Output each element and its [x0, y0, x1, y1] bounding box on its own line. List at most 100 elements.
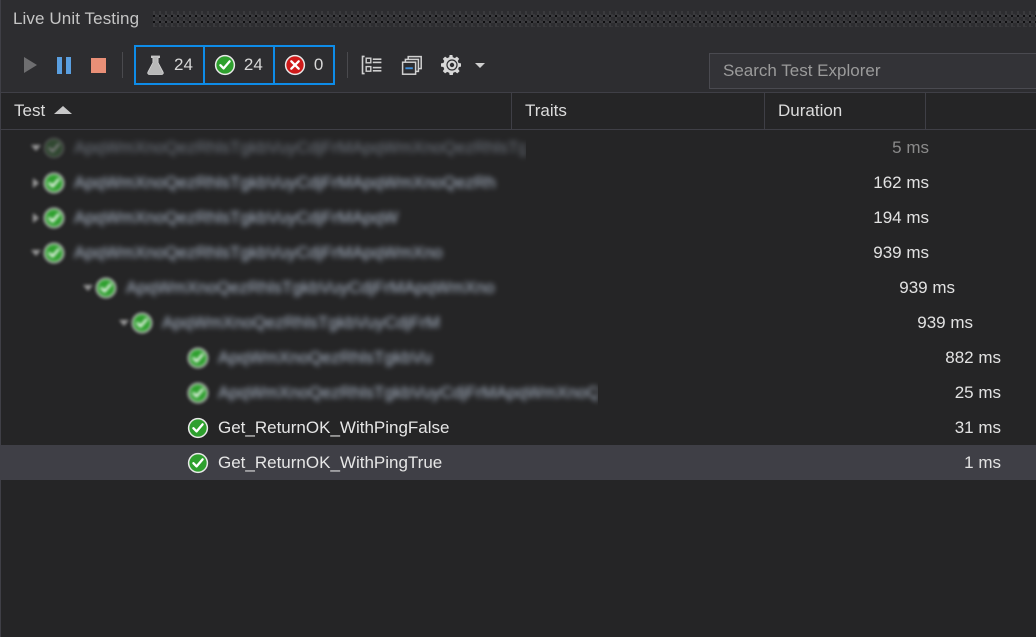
test-name-label: Get_ReturnOK_WithPingTrue [218, 452, 443, 472]
panel-titlebar: Live Unit Testing [1, 0, 1036, 38]
table-row[interactable]: ApqWmXnoQezRhlsTgkbVuyCdjFrMApqWmXnoQezR… [1, 130, 1036, 165]
pass-circle-icon [43, 207, 65, 229]
test-name-cell: ApqWmXnoQezRhlsTgkbVuyCdjFrMApqW [15, 200, 526, 235]
passed-tests-count: 24 [243, 55, 263, 74]
run-tests-button[interactable] [13, 48, 47, 82]
fail-circle-icon [284, 54, 306, 76]
column-header-traits-label: Traits [525, 101, 567, 120]
panel-title: Live Unit Testing [13, 9, 140, 28]
test-name-label: Get_ReturnOK_WithPingFalse [218, 417, 450, 437]
collapse-all-button[interactable] [395, 48, 429, 82]
pass-circle-icon [187, 417, 209, 439]
pass-circle-icon [187, 347, 209, 369]
chevron-down-icon [475, 62, 486, 68]
settings-dropdown-button[interactable] [469, 48, 491, 82]
test-name-label: ApqWmXnoQezRhlsTgkbVuyCdjFrMApqWmXnoQezR… [218, 382, 598, 402]
table-row[interactable]: ApqWmXnoQezRhlsTgkbVuyCdjFrMApqWmXno 939 … [1, 270, 1036, 305]
test-duration-cell: 5 ms [892, 137, 929, 157]
live-unit-testing-panel: Live Unit Testing 24 24 0 Search Test Ex… [0, 0, 1036, 637]
chevron-down-icon[interactable] [29, 141, 43, 155]
test-duration-cell: 162 ms [873, 172, 929, 192]
pass-circle-icon [43, 242, 65, 264]
failed-tests-count: 0 [313, 55, 324, 74]
gear-icon [440, 53, 464, 77]
pass-circle-icon [95, 277, 117, 299]
passed-tests-counter[interactable]: 24 [202, 45, 275, 85]
column-header-test-label: Test [14, 101, 46, 120]
test-name-label: ApqWmXnoQezRhlsTgkbVu [218, 347, 432, 367]
pass-circle-icon [214, 54, 236, 76]
pass-circle-icon [131, 312, 153, 334]
column-header-traits[interactable]: Traits [512, 93, 765, 129]
test-counters: 24 24 0 [134, 45, 336, 85]
table-row[interactable]: Get_ReturnOK_WithPingTrue 1 ms [1, 445, 1036, 480]
table-row[interactable]: ApqWmXnoQezRhlsTgkbVuyCdjFrMApqWmXnoQezR… [1, 165, 1036, 200]
pass-circle-icon [187, 452, 209, 474]
search-test-explorer[interactable] [709, 53, 1036, 89]
test-name-cell: ApqWmXnoQezRhlsTgkbVuyCdjFrM [59, 305, 570, 340]
column-header-extra[interactable] [926, 93, 1036, 129]
test-duration-cell: 1 ms [964, 452, 1001, 472]
table-row[interactable]: ApqWmXnoQezRhlsTgkbVuyCdjFrMApqWmXno 939 … [1, 235, 1036, 270]
test-name-label: ApqWmXnoQezRhlsTgkbVuyCdjFrMApqWmXnoQezR… [74, 172, 496, 192]
collapse-all-icon [401, 55, 423, 76]
titlebar-grabber[interactable] [153, 11, 1036, 27]
test-name-cell: ApqWmXnoQezRhlsTgkbVuyCdjFrMApqWmXnoQezR… [15, 130, 526, 165]
total-tests-count: 24 [174, 55, 193, 74]
chevron-right-icon[interactable] [29, 211, 43, 225]
toolbar-separator-1 [122, 52, 123, 78]
test-name-label: ApqWmXnoQezRhlsTgkbVuyCdjFrMApqWmXnoQezR… [74, 137, 526, 157]
search-input[interactable] [721, 60, 1036, 82]
play-icon [23, 57, 37, 73]
pending-circle-icon [43, 137, 65, 159]
test-name-cell: ApqWmXnoQezRhlsTgkbVuyCdjFrMApqWmXnoQezR… [15, 165, 526, 200]
column-header-duration-label: Duration [778, 101, 843, 120]
test-duration-cell: 939 ms [917, 312, 973, 332]
chevron-down-icon[interactable] [29, 246, 43, 260]
test-name-cell: Get_ReturnOK_WithPingFalse [87, 410, 598, 445]
table-row[interactable]: ApqWmXnoQezRhlsTgkbVuyCdjFrMApqWmXnoQezR… [1, 375, 1036, 410]
flask-icon [145, 54, 166, 76]
test-name-label: ApqWmXnoQezRhlsTgkbVuyCdjFrMApqW [74, 207, 399, 227]
table-row[interactable]: ApqWmXnoQezRhlsTgkbVu 882 ms [1, 340, 1036, 375]
failed-tests-counter[interactable]: 0 [272, 45, 336, 85]
test-name-label: ApqWmXnoQezRhlsTgkbVuyCdjFrMApqWmXno [74, 242, 443, 262]
stop-icon [90, 57, 106, 73]
test-duration-cell: 939 ms [873, 242, 929, 262]
table-row[interactable]: ApqWmXnoQezRhlsTgkbVuyCdjFrMApqW 194 ms [1, 200, 1036, 235]
toolbar-separator-2 [347, 52, 349, 78]
test-name-cell: Get_ReturnOK_WithPingTrue [87, 445, 598, 480]
group-by-icon [361, 55, 383, 75]
test-name-cell: ApqWmXnoQezRhlsTgkbVuyCdjFrMApqWmXno [15, 235, 526, 270]
test-name-cell: ApqWmXnoQezRhlsTgkbVuyCdjFrMApqWmXno [41, 270, 552, 305]
test-duration-cell: 882 ms [945, 347, 1001, 367]
test-duration-cell: 25 ms [954, 382, 1001, 402]
pass-circle-icon [43, 172, 65, 194]
test-duration-cell: 194 ms [873, 207, 929, 227]
empty-list-area [1, 480, 1036, 631]
test-duration-cell: 939 ms [899, 277, 955, 297]
chevron-down-icon[interactable] [81, 281, 95, 295]
settings-button[interactable] [435, 48, 469, 82]
test-duration-cell: 31 ms [954, 417, 1001, 437]
test-name-label: ApqWmXnoQezRhlsTgkbVuyCdjFrM [162, 312, 441, 332]
test-name-cell: ApqWmXnoQezRhlsTgkbVu [87, 340, 598, 375]
pause-icon [57, 56, 71, 74]
test-name-cell: ApqWmXnoQezRhlsTgkbVuyCdjFrMApqWmXnoQezR… [87, 375, 598, 410]
stop-tests-button[interactable] [81, 48, 115, 82]
table-row[interactable]: Get_ReturnOK_WithPingFalse 31 ms [1, 410, 1036, 445]
test-name-label: ApqWmXnoQezRhlsTgkbVuyCdjFrMApqWmXno [126, 277, 495, 297]
group-by-button[interactable] [355, 48, 389, 82]
column-header-test[interactable]: Test [1, 93, 512, 129]
table-row[interactable]: ApqWmXnoQezRhlsTgkbVuyCdjFrM 939 ms [1, 305, 1036, 340]
chevron-right-icon[interactable] [29, 176, 43, 190]
column-header-duration[interactable]: Duration [765, 93, 926, 129]
sort-ascending-icon [54, 106, 73, 114]
chevron-down-icon[interactable] [117, 316, 131, 330]
pause-tests-button[interactable] [47, 48, 81, 82]
total-tests-counter[interactable]: 24 [134, 45, 205, 85]
